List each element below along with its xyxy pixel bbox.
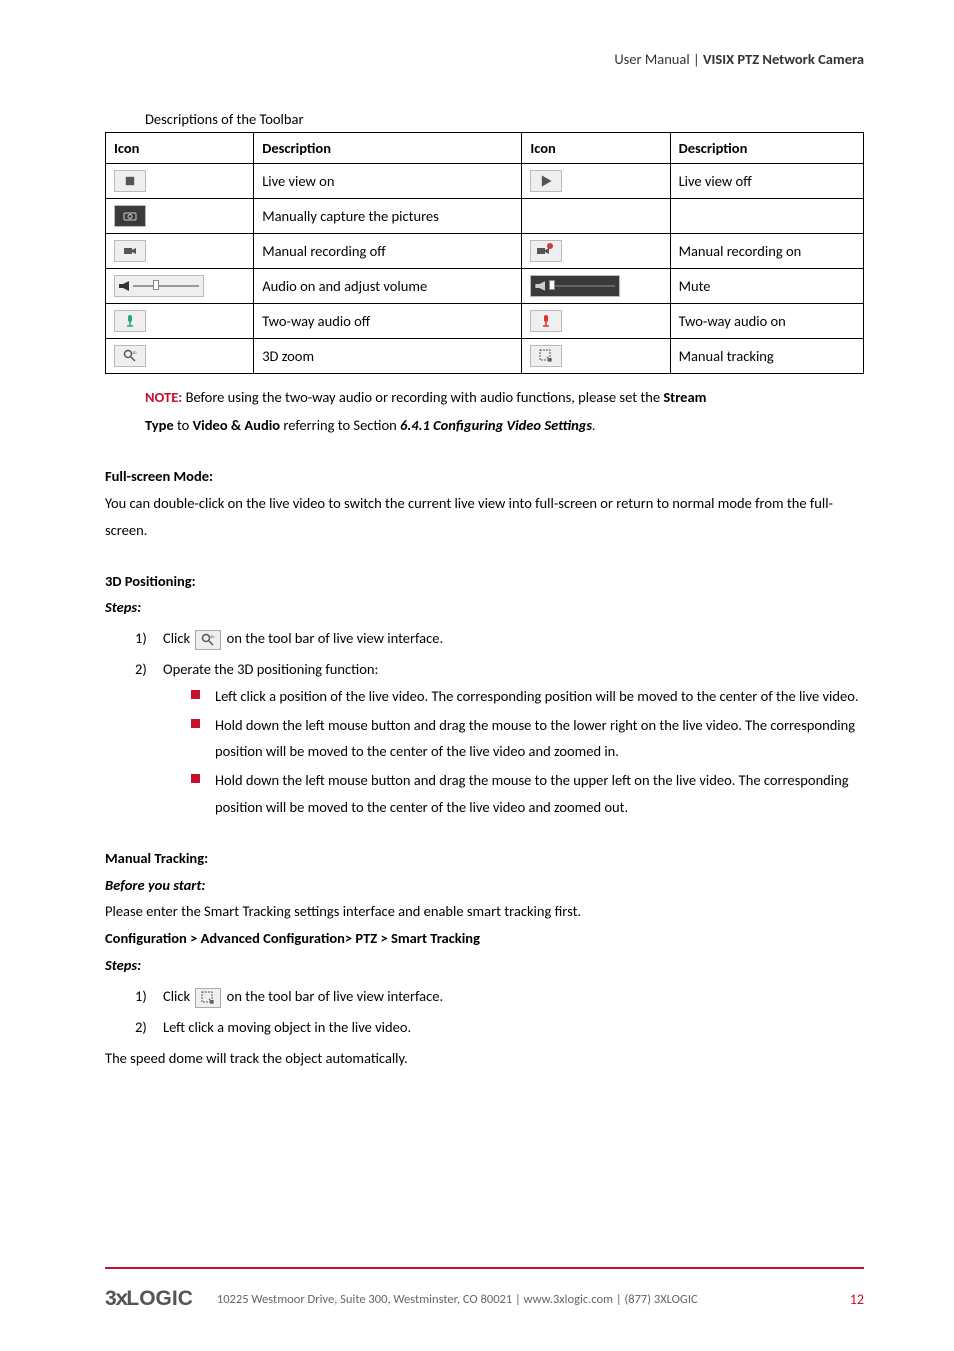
record-off-icon (114, 240, 146, 262)
3d-positioning-section: 3D Positioning: Steps: 1) Click 3D on th… (105, 568, 864, 821)
step-text: on the tool bar of live view interface. (227, 987, 443, 1005)
fullscreen-body: You can double-click on the live video t… (105, 490, 864, 544)
note-bold: Type (145, 416, 174, 434)
capture-icon (114, 205, 146, 227)
two-way-audio-off-icon (114, 310, 146, 332)
step-text: Click (163, 629, 193, 647)
col-icon2: Icon (522, 133, 670, 164)
before-label: Before you start: (105, 876, 205, 894)
header-sep: | (690, 50, 703, 68)
svg-text:3D: 3D (210, 635, 215, 640)
header-left: User Manual (614, 50, 689, 68)
cell: Live view off (670, 164, 863, 199)
record-on-icon (530, 240, 562, 262)
note-text: to (174, 416, 193, 434)
cell: Two-way audio on (670, 304, 863, 339)
cell: 3D zoom (254, 339, 522, 374)
bullet-item: Hold down the left mouse button and drag… (191, 767, 864, 821)
step-item: 1) Click 3D on the tool bar of live view… (135, 625, 864, 652)
audio-on-icon (114, 275, 204, 297)
tracking-conclude: The speed dome will track the object aut… (105, 1045, 864, 1072)
note-bold: Stream (663, 388, 706, 406)
manual-tracking-icon (530, 345, 562, 367)
fullscreen-section: Full-screen Mode: You can double-click o… (105, 463, 864, 543)
table-row: Live view on Live view off (106, 164, 864, 199)
table-row: 3D 3D zoom Manual tracking (106, 339, 864, 374)
col-desc1: Description (254, 133, 522, 164)
svg-text:3D: 3D (132, 351, 137, 356)
table-row: Two-way audio off Two-way audio on (106, 304, 864, 339)
cell: Mute (670, 269, 863, 304)
header-right: VISIX PTZ Network Camera (703, 50, 864, 68)
tracking-intro: Please enter the Smart Tracking settings… (105, 898, 864, 925)
step-item: 2) Operate the 3D positioning function: … (135, 656, 864, 821)
step-item: 1) Click on the tool bar of live view in… (135, 983, 864, 1010)
stop-icon (114, 170, 146, 192)
note-text: Before using the two-way audio or record… (182, 388, 663, 406)
steps-label: Steps: (105, 598, 141, 616)
tracking-heading: Manual Tracking: (105, 849, 208, 867)
note-bold: Video & Audio (193, 416, 281, 434)
page-footer: 3xLOGIC 10225 Westmoor Drive, Suite 300,… (0, 1267, 954, 1311)
cell: Audio on and adjust volume (254, 269, 522, 304)
table-row: Audio on and adjust volume Mute (106, 269, 864, 304)
cell: Live view on (254, 164, 522, 199)
cell: Manually capture the pictures (254, 199, 522, 234)
footer-text: 10225 Westmoor Drive, Suite 300, Westmin… (217, 1292, 698, 1307)
table-caption: Descriptions of the Toolbar (145, 110, 864, 128)
step-text: Click (163, 987, 193, 1005)
mute-icon (530, 275, 620, 297)
3d-heading: 3D Positioning: (105, 572, 196, 590)
cell: Manual recording on (670, 234, 863, 269)
note-text: referring to Section (280, 416, 400, 434)
tracking-path: Configuration > Advanced Configuration> … (105, 929, 480, 947)
step-text: on the tool bar of live view interface. (227, 629, 443, 647)
manual-tracking-icon (195, 988, 221, 1008)
cell: Two-way audio off (254, 304, 522, 339)
step-text: Left click a moving object in the live v… (163, 1018, 411, 1036)
3d-zoom-icon: 3D (195, 630, 221, 650)
note-block2: Type to Video & Audio referring to Secti… (145, 412, 864, 440)
col-desc2: Description (670, 133, 863, 164)
cell (670, 199, 863, 234)
table-row: Manually capture the pictures (106, 199, 864, 234)
note-ref: 6.4.1 Configuring Video Settings (400, 416, 592, 434)
note-label: NOTE: (145, 388, 182, 406)
step-text: Operate the 3D positioning function: (163, 660, 378, 678)
toolbar-table: Icon Description Icon Description Live v… (105, 132, 864, 374)
table-row: Manual recording off Manual recording on (106, 234, 864, 269)
bullet-item: Hold down the left mouse button and drag… (191, 712, 864, 766)
two-way-audio-on-icon (530, 310, 562, 332)
bullet-item: Left click a position of the live video.… (191, 683, 864, 710)
steps-label: Steps: (105, 956, 141, 974)
step-item: 2) Left click a moving object in the liv… (135, 1014, 864, 1041)
note-text: . (592, 416, 596, 434)
page-number: 12 (850, 1291, 864, 1308)
cell: Manual recording off (254, 234, 522, 269)
cell: Manual tracking (670, 339, 863, 374)
manual-tracking-section: Manual Tracking: Before you start: Pleas… (105, 845, 864, 1072)
note-block: NOTE: Before using the two-way audio or … (145, 384, 864, 412)
play-icon (530, 170, 562, 192)
3d-zoom-icon: 3D (114, 345, 146, 367)
fullscreen-heading: Full-screen Mode: (105, 467, 213, 485)
footer-divider (105, 1267, 864, 1269)
page-header: User Manual | VISIX PTZ Network Camera (105, 50, 864, 68)
col-icon1: Icon (106, 133, 254, 164)
brand-logo: 3xLOGIC (105, 1287, 193, 1311)
